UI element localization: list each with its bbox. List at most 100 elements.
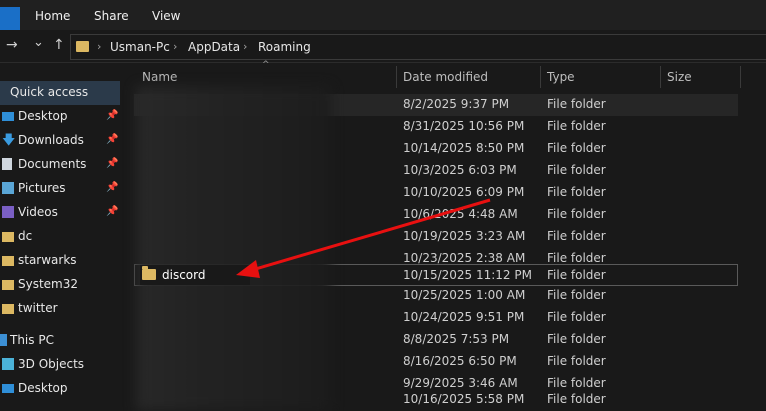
breadcrumb-separator: › (173, 40, 178, 53)
sidebar-item-label: Pictures (18, 181, 66, 195)
pc-icon (0, 334, 7, 346)
sidebar-item-documents[interactable]: Documents 📌 (0, 153, 120, 177)
sidebar-item-pictures[interactable]: Pictures 📌 (0, 177, 120, 201)
date-cell: 10/25/2025 1:00 AM (403, 288, 526, 302)
date-cell: 10/6/2025 4:48 AM (403, 207, 518, 221)
column-divider[interactable] (396, 66, 397, 88)
column-header-date-modified[interactable]: Date modified (403, 70, 488, 84)
type-cell: File folder (547, 376, 606, 390)
sidebar-item-downloads[interactable]: 🡇 Downloads 📌 (0, 129, 120, 153)
folder-icon (2, 304, 14, 314)
download-icon: 🡇 (2, 133, 16, 148)
sidebar-item-this-pc[interactable]: This PC (0, 329, 120, 353)
date-cell: 10/16/2025 5:58 PM (403, 392, 525, 406)
column-divider[interactable] (540, 66, 541, 88)
pictures-icon (2, 182, 14, 194)
date-cell: 10/3/2025 6:03 PM (403, 163, 517, 177)
pin-icon: 📌 (106, 158, 119, 169)
type-cell: File folder (547, 332, 606, 346)
date-cell: 8/31/2025 10:56 PM (403, 119, 525, 133)
discord-label: discord (142, 266, 206, 282)
column-header-name[interactable]: Name (142, 70, 177, 84)
type-cell: File folder (547, 207, 606, 221)
tab-share[interactable]: Share (94, 9, 129, 23)
sidebar-item-label: 3D Objects (18, 357, 85, 371)
pin-icon: 📌 (106, 206, 119, 217)
folder-icon (2, 280, 14, 290)
folder-icon (142, 266, 156, 280)
documents-icon (2, 158, 12, 170)
date-cell: 8/8/2025 7:53 PM (403, 332, 510, 346)
sidebar-item-label: Desktop (18, 381, 68, 395)
sidebar-item-label: Documents (18, 157, 87, 171)
sidebar-item-label: Videos (18, 205, 58, 219)
date-cell: 10/24/2025 9:51 PM (403, 310, 525, 324)
type-cell: File folder (547, 310, 606, 324)
folder-name: discord (162, 268, 206, 282)
column-header-size[interactable]: Size (667, 70, 692, 84)
breadcrumb-roaming[interactable]: Roaming (258, 40, 311, 54)
sidebar-item-label: Desktop (18, 109, 68, 123)
type-cell: File folder (547, 119, 606, 133)
folder-icon (2, 232, 14, 242)
breadcrumb-appdata[interactable]: AppData (188, 40, 240, 54)
date-cell: 8/2/2025 9:37 PM (403, 97, 510, 111)
up-button[interactable]: ↑ (53, 37, 65, 53)
breadcrumb-separator: › (97, 40, 102, 53)
type-cell: File folder (547, 268, 606, 282)
3d-objects-icon (2, 358, 14, 370)
sidebar-item-label: This PC (10, 333, 54, 347)
type-cell: File folder (547, 392, 606, 406)
type-cell: File folder (547, 288, 606, 302)
desktop-icon (2, 112, 14, 121)
folder-icon (76, 41, 89, 52)
type-cell: File folder (547, 141, 606, 155)
date-cell: 9/29/2025 3:46 AM (403, 376, 518, 390)
date-cell: 10/19/2025 3:23 AM (403, 229, 526, 243)
sidebar-item-label: starwarks (18, 253, 77, 267)
pin-icon: 📌 (106, 134, 119, 145)
date-cell: 10/10/2025 6:09 PM (403, 185, 525, 199)
column-divider[interactable] (660, 66, 661, 88)
sidebar-item-quick-access[interactable]: Quick access (0, 81, 120, 105)
column-divider[interactable] (740, 66, 741, 88)
sidebar-item-label: twitter (18, 301, 58, 315)
sidebar-item-label: System32 (18, 277, 79, 291)
sidebar-item-system32[interactable]: System32 (0, 273, 120, 297)
type-cell: File folder (547, 163, 606, 177)
pin-icon: 📌 (106, 182, 119, 193)
desktop-icon (2, 384, 14, 393)
file-tab[interactable] (0, 7, 20, 30)
date-cell: 10/23/2025 2:38 AM (403, 251, 526, 265)
date-cell: 10/14/2025 8:50 PM (403, 141, 525, 155)
pin-icon: 📌 (106, 110, 119, 121)
date-cell: 10/15/2025 11:12 PM (403, 268, 532, 282)
tab-home[interactable]: Home (35, 9, 70, 23)
type-cell: File folder (547, 354, 606, 368)
sidebar-item-dc[interactable]: dc (0, 225, 120, 249)
type-cell: File folder (547, 251, 606, 265)
breadcrumb-separator: › (243, 40, 248, 53)
sidebar-item-label: Downloads (18, 133, 84, 147)
type-cell: File folder (547, 229, 606, 243)
sidebar-item-twitter[interactable]: twitter (0, 297, 120, 321)
sidebar-item-3d-objects[interactable]: 3D Objects (0, 353, 120, 377)
sidebar-item-desktop[interactable]: Desktop 📌 (0, 105, 120, 129)
ribbon: Home Share View (0, 0, 766, 30)
column-header-type[interactable]: Type (547, 70, 575, 84)
forward-button[interactable]: → (6, 37, 18, 53)
folder-icon (2, 256, 14, 266)
date-cell: 8/16/2025 6:50 PM (403, 354, 517, 368)
sidebar-item-desktop-pc[interactable]: Desktop (0, 377, 120, 401)
type-cell: File folder (547, 185, 606, 199)
recent-locations-button[interactable]: ⌄ (33, 35, 44, 50)
sidebar-item-starwarks[interactable]: starwarks (0, 249, 120, 273)
videos-icon (2, 206, 14, 218)
tab-view[interactable]: View (152, 9, 180, 23)
redacted-names-overlay (136, 86, 331, 411)
breadcrumb-usman-pc[interactable]: Usman-Pc (110, 40, 170, 54)
sidebar-item-label: dc (18, 229, 33, 243)
sidebar-item-videos[interactable]: Videos 📌 (0, 201, 120, 225)
type-cell: File folder (547, 97, 606, 111)
sort-ascending-icon: ^ (262, 60, 270, 70)
